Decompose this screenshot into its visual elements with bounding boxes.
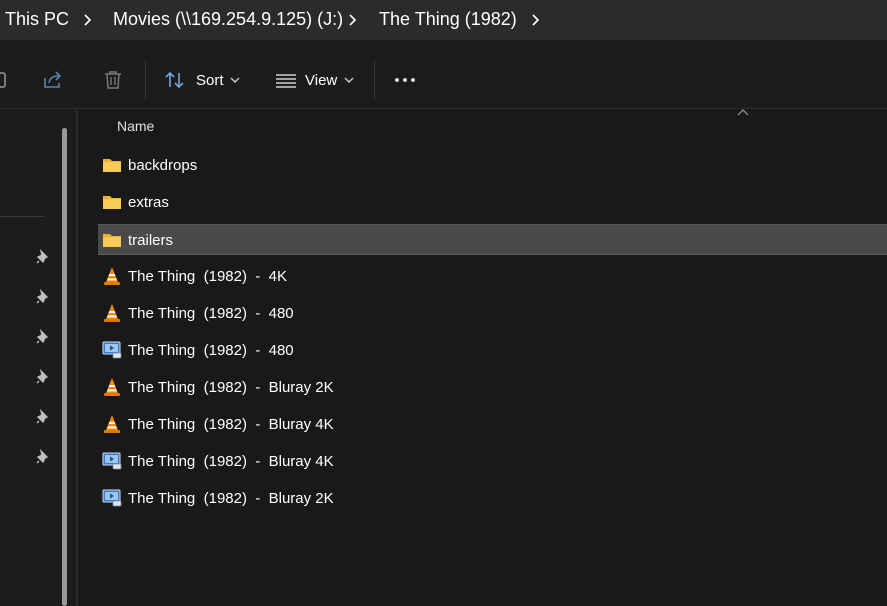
chevron-down-icon[interactable] — [230, 77, 240, 84]
media-player-icon — [102, 451, 122, 471]
file-row[interactable]: The Thing (1982) - Bluray 2K — [98, 483, 887, 514]
share-icon[interactable] — [42, 69, 64, 91]
address-bar[interactable]: This PC Movies (\\169.254.9.125) (J:) Th… — [0, 0, 887, 40]
folder-row[interactable]: trailers — [98, 224, 887, 255]
file-row[interactable]: The Thing (1982) - Bluray 2K — [98, 372, 887, 403]
chevron-right-icon[interactable] — [346, 12, 360, 28]
nav-scrollbar[interactable] — [62, 128, 67, 606]
vlc-icon — [102, 303, 122, 323]
nav-divider — [0, 216, 44, 217]
folder-icon — [102, 192, 122, 212]
chevron-right-icon[interactable] — [529, 12, 543, 28]
file-name: The Thing (1982) - Bluray 4K — [128, 453, 334, 470]
media-player-icon — [102, 340, 122, 360]
file-name: The Thing (1982) - 480 — [128, 305, 294, 322]
file-name: The Thing (1982) - Bluray 2K — [128, 379, 334, 396]
column-header-name[interactable]: Name — [117, 118, 154, 134]
breadcrumb-movies[interactable]: Movies (\\169.254.9.125) (J:) — [113, 9, 343, 30]
breadcrumb-this-pc[interactable]: This PC — [5, 9, 69, 30]
sort-ascending-icon — [737, 109, 749, 116]
sort-button[interactable]: Sort — [196, 72, 224, 89]
breadcrumb-current-folder[interactable]: The Thing (1982) — [379, 9, 517, 30]
pin-icon[interactable] — [35, 329, 51, 345]
pin-icon[interactable] — [35, 249, 51, 265]
file-name: The Thing (1982) - 480 — [128, 342, 294, 359]
file-name: The Thing (1982) - 4K — [128, 268, 287, 285]
pin-icon[interactable] — [35, 289, 51, 305]
view-icon[interactable] — [275, 69, 297, 91]
file-name: trailers — [128, 232, 174, 249]
address-bar-gap — [0, 40, 887, 51]
file-name: The Thing (1982) - Bluray 2K — [128, 490, 334, 507]
pin-icon[interactable] — [35, 449, 51, 465]
folder-row[interactable]: extras — [98, 187, 887, 218]
file-row[interactable]: The Thing (1982) - 480 — [98, 335, 887, 366]
vlc-icon — [102, 414, 122, 434]
pane-splitter[interactable] — [76, 110, 78, 606]
file-row[interactable]: The Thing (1982) - Bluray 4K — [98, 409, 887, 440]
media-player-icon — [102, 488, 122, 508]
command-bar: Sort View — [0, 51, 887, 109]
pin-icon[interactable] — [35, 409, 51, 425]
chevron-right-icon[interactable] — [81, 12, 95, 28]
file-name: extras — [128, 194, 169, 211]
file-row[interactable]: The Thing (1982) - Bluray 4K — [98, 446, 887, 477]
chevron-down-icon[interactable] — [344, 77, 354, 84]
more-icon[interactable] — [394, 69, 416, 91]
folder-row[interactable]: backdrops — [98, 150, 887, 181]
folder-icon — [102, 230, 122, 250]
file-name: The Thing (1982) - Bluray 4K — [128, 416, 334, 433]
rename-icon[interactable] — [0, 69, 8, 91]
vlc-icon — [102, 377, 122, 397]
folder-icon — [102, 155, 122, 175]
file-name: backdrops — [128, 157, 198, 174]
trash-icon[interactable] — [102, 69, 124, 91]
toolbar-divider — [145, 61, 146, 99]
vlc-icon — [102, 266, 122, 286]
pin-icon[interactable] — [35, 369, 51, 385]
view-button[interactable]: View — [305, 72, 337, 89]
toolbar-divider — [374, 61, 375, 99]
file-row[interactable]: The Thing (1982) - 480 — [98, 298, 887, 329]
navigation-pane — [0, 110, 76, 606]
file-row[interactable]: The Thing (1982) - 4K — [98, 261, 887, 292]
sort-icon[interactable] — [164, 69, 186, 91]
